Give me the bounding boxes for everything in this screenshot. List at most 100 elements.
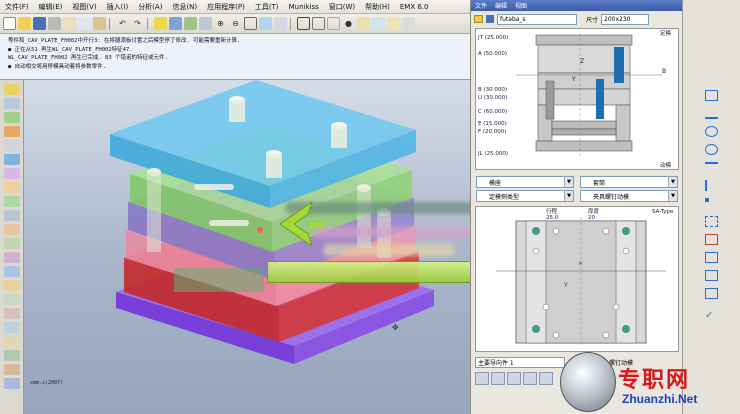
csys-tool-icon[interactable] xyxy=(3,140,20,151)
vendor-row: futaba_s 尺寸 200x230 xyxy=(471,11,682,27)
solidify-tool-icon[interactable] xyxy=(3,350,20,361)
menu-analysis[interactable]: 分析(A) xyxy=(133,2,167,12)
menu-emx[interactable]: EMX 6.0 xyxy=(395,3,434,11)
email-icon[interactable] xyxy=(63,17,76,30)
datum-axis-tool-icon[interactable] xyxy=(3,98,20,109)
mold-base-combo[interactable]: 模座 ▼ xyxy=(476,176,574,188)
print-icon[interactable] xyxy=(48,17,61,30)
size-select[interactable]: 200x230 xyxy=(601,13,650,25)
paste-icon[interactable] xyxy=(93,17,106,30)
model-viewport[interactable]: ✥ smm.s(2007) xyxy=(24,80,470,414)
hidden-line-icon[interactable] xyxy=(312,17,325,30)
arc-icon[interactable] xyxy=(705,126,718,137)
save-icon[interactable] xyxy=(486,15,494,23)
hole-tool-icon[interactable] xyxy=(3,182,20,193)
guide-component-field[interactable]: 主要导向件 1 xyxy=(475,357,565,368)
menu-view[interactable]: 视图(V) xyxy=(67,2,101,12)
csys-icon[interactable] xyxy=(402,17,415,30)
mirror-tool-icon[interactable] xyxy=(3,280,20,291)
wireframe-icon[interactable] xyxy=(297,17,310,30)
component-icon[interactable] xyxy=(475,372,489,385)
spline-icon[interactable] xyxy=(705,162,718,173)
view-orient-icon[interactable] xyxy=(259,17,272,30)
menu-help[interactable]: 帮助(H) xyxy=(360,2,395,12)
dropdown-arrow-icon[interactable]: ▼ xyxy=(668,177,677,187)
redo-icon[interactable]: ↷ xyxy=(131,17,144,30)
point-icon[interactable] xyxy=(705,198,709,202)
constraint-icon[interactable] xyxy=(705,234,718,245)
datum-points-icon[interactable] xyxy=(387,17,400,30)
side-view-diagram[interactable]: JT (25.000) A (50.000) B (30.000) U (30.… xyxy=(475,28,679,170)
undo-icon[interactable]: ↶ xyxy=(116,17,129,30)
extrude-tool-icon[interactable] xyxy=(3,154,20,165)
new-file-icon[interactable] xyxy=(3,17,16,30)
dialog-menu-edit[interactable]: 编辑 xyxy=(495,1,507,10)
sketch-tool-icon[interactable] xyxy=(3,112,20,123)
line-icon[interactable] xyxy=(705,108,718,119)
open-folder-icon[interactable] xyxy=(18,17,31,30)
layer-icon[interactable] xyxy=(184,17,197,30)
menu-applications[interactable]: 应用程序(P) xyxy=(202,2,250,12)
plate-label-a: A (50.000) xyxy=(478,51,507,57)
pattern-tool-icon[interactable] xyxy=(3,266,20,277)
regenerate-icon[interactable] xyxy=(154,17,167,30)
merge-tool-icon[interactable] xyxy=(3,294,20,305)
dropdown-arrow-icon[interactable]: ▼ xyxy=(564,191,573,201)
top-view-diagram[interactable]: 行程 厚度 25.0 20 SA-Type × Y xyxy=(475,206,679,352)
component-icon[interactable] xyxy=(523,372,537,385)
menu-tools[interactable]: 工具(T) xyxy=(250,2,284,12)
sketch-icon[interactable] xyxy=(705,90,718,101)
chamfer-tool-icon[interactable] xyxy=(3,210,20,221)
repaint-icon[interactable] xyxy=(199,17,212,30)
sleeve-combo[interactable]: 套筒 ▼ xyxy=(580,176,678,188)
round-tool-icon[interactable] xyxy=(3,196,20,207)
accept-icon[interactable]: ✓ xyxy=(705,310,718,321)
menu-edit[interactable]: 编辑(E) xyxy=(34,2,68,12)
fillet-icon[interactable] xyxy=(705,180,718,191)
revolve-tool-icon[interactable] xyxy=(3,168,20,179)
offset-tool-icon[interactable] xyxy=(3,322,20,333)
menu-window[interactable]: 窗口(W) xyxy=(324,2,360,12)
shading-icon[interactable]: ● xyxy=(342,17,355,30)
fixed-side-type-combo[interactable]: 定模侧类型 ▼ xyxy=(476,190,574,202)
text-icon[interactable] xyxy=(705,252,718,263)
menu-file[interactable]: 文件(F) xyxy=(0,2,34,12)
saved-view-icon[interactable] xyxy=(274,17,287,30)
model-icon[interactable] xyxy=(169,17,182,30)
circle-icon[interactable] xyxy=(705,144,718,155)
vendor-select[interactable]: futaba_s xyxy=(497,13,577,25)
dimension-icon[interactable] xyxy=(705,216,718,227)
menu-insert[interactable]: 插入(I) xyxy=(102,2,134,12)
trim-tool-icon[interactable] xyxy=(3,308,20,319)
component-icon[interactable] xyxy=(491,372,505,385)
dialog-menu-file[interactable]: 文件 xyxy=(475,1,487,10)
dropdown-arrow-icon[interactable]: ▼ xyxy=(668,191,677,201)
folder-icon[interactable] xyxy=(474,15,483,23)
dialog-menu-view[interactable]: 视图 xyxy=(515,1,527,10)
component-icon[interactable] xyxy=(507,372,521,385)
mold-base-tool-icon[interactable] xyxy=(3,364,20,375)
clamp-screw-combo[interactable]: 夹具螺钉动模 ▼ xyxy=(580,190,678,202)
datum-planes-icon[interactable] xyxy=(357,17,370,30)
save-icon[interactable] xyxy=(33,17,46,30)
component-icon[interactable] xyxy=(539,372,553,385)
thicken-tool-icon[interactable] xyxy=(3,336,20,347)
trim-icon[interactable] xyxy=(705,270,718,281)
no-hidden-icon[interactable] xyxy=(327,17,340,30)
zoom-in-icon[interactable]: ⊕ xyxy=(214,17,227,30)
rib-tool-icon[interactable] xyxy=(3,238,20,249)
ejector-tool-icon[interactable] xyxy=(3,378,20,389)
menu-info[interactable]: 信息(N) xyxy=(167,2,202,12)
datum-axes-icon[interactable] xyxy=(372,17,385,30)
point-tool-icon[interactable] xyxy=(3,126,20,137)
shell-tool-icon[interactable] xyxy=(3,224,20,235)
fit-view-icon[interactable] xyxy=(244,17,257,30)
dropdown-arrow-icon[interactable]: ▼ xyxy=(564,177,573,187)
sa-type-label: SA-Type xyxy=(652,209,674,215)
zoom-out-icon[interactable]: ⊖ xyxy=(229,17,242,30)
mirror-icon[interactable] xyxy=(705,288,718,299)
copy-icon[interactable] xyxy=(78,17,91,30)
menu-munikiss[interactable]: Munikiss xyxy=(284,3,324,11)
draft-tool-icon[interactable] xyxy=(3,252,20,263)
datum-plane-tool-icon[interactable] xyxy=(3,84,20,95)
